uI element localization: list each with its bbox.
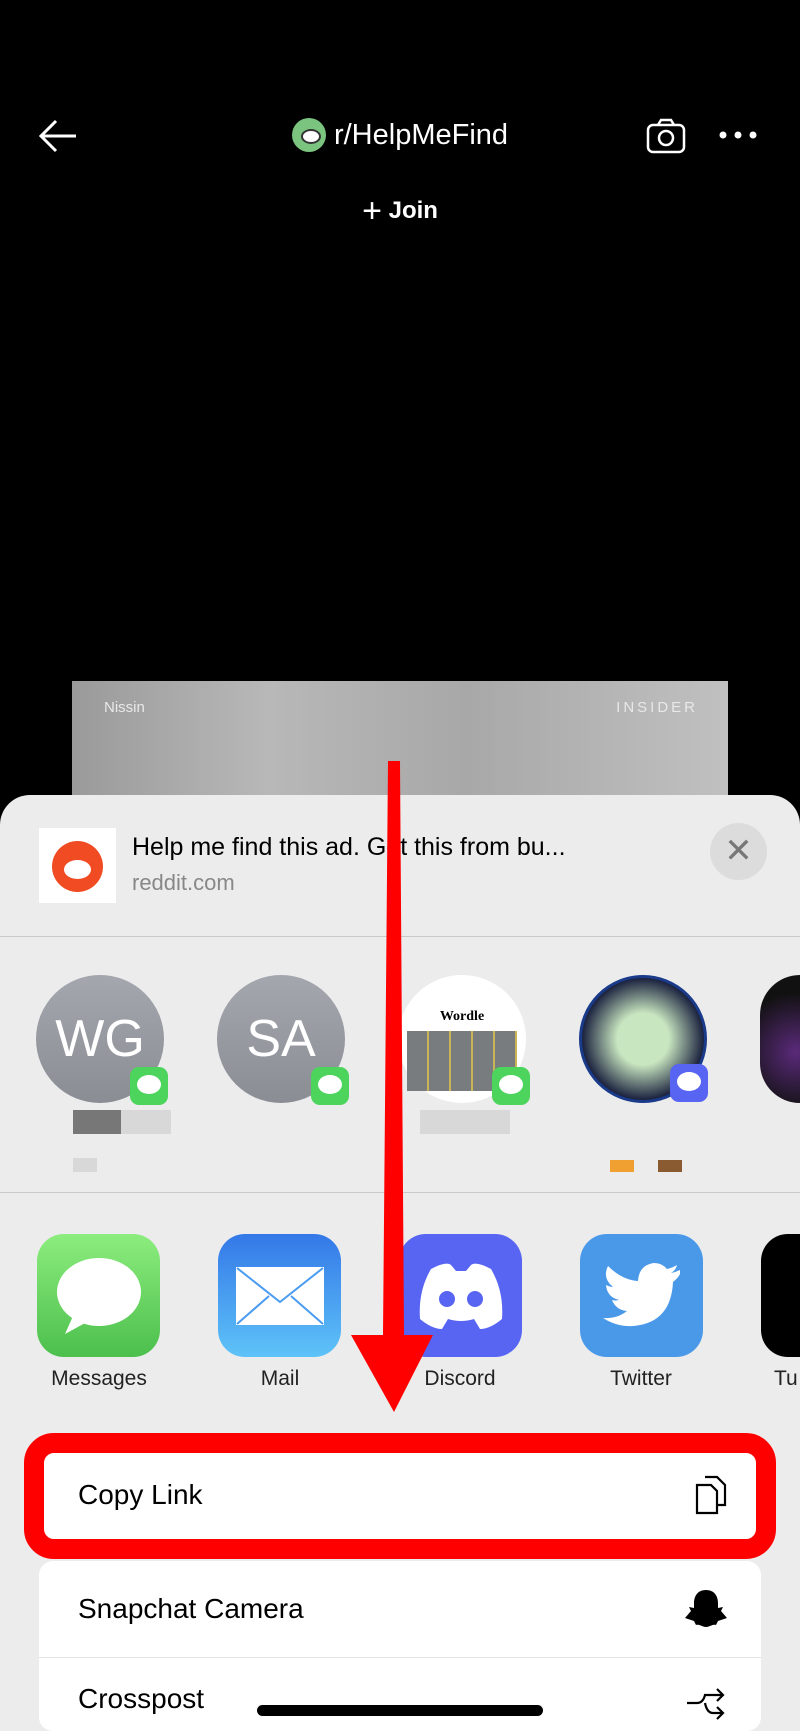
home-indicator[interactable] bbox=[257, 1705, 543, 1716]
annotation-arrow bbox=[351, 761, 433, 1412]
annotation-arrow-shape bbox=[351, 761, 433, 1412]
